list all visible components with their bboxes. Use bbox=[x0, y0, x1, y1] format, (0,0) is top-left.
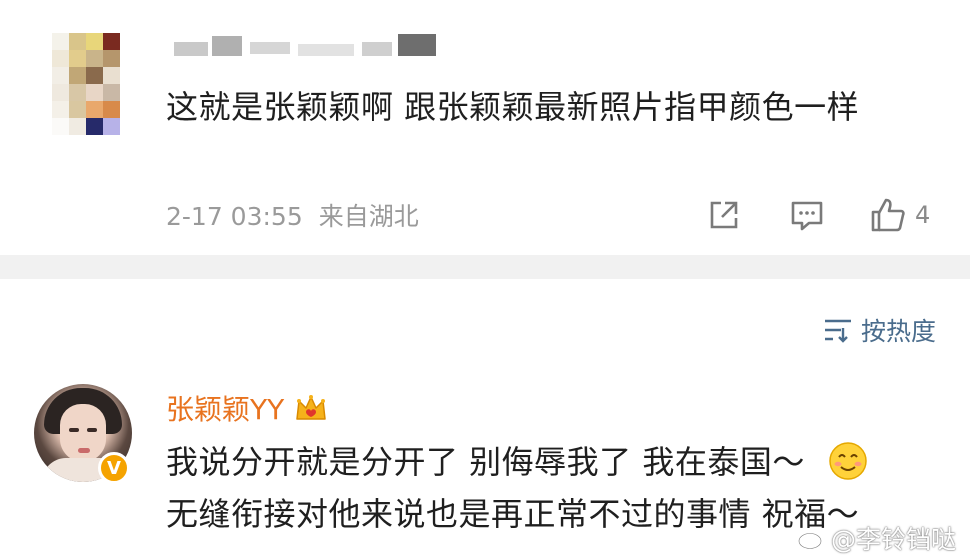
smile-emoji-icon bbox=[828, 442, 867, 480]
watermark-text: @李铃铛哒 bbox=[830, 525, 956, 554]
like-button[interactable]: 4 bbox=[869, 196, 930, 234]
comment-icon bbox=[791, 201, 823, 231]
crown-icon bbox=[296, 395, 326, 420]
share-icon bbox=[710, 201, 738, 229]
comment-location: 来自湖北 bbox=[318, 202, 419, 231]
comment-top: 这就是张颖颖啊 跟张颖颖最新照片指甲颜色一样 2-17 03:55 来自湖北 4 bbox=[0, 0, 970, 255]
like-count: 4 bbox=[915, 201, 931, 229]
share-button[interactable] bbox=[706, 196, 742, 234]
verified-badge: V bbox=[98, 452, 130, 484]
blurred-username[interactable] bbox=[166, 30, 446, 70]
author-name: 张颖颖YY bbox=[166, 393, 285, 426]
comment-button[interactable] bbox=[789, 196, 825, 234]
thumbs-up-icon bbox=[871, 198, 905, 232]
comment-line-1: 我说分开就是分开了 别侮辱我了 我在泰国～ bbox=[166, 443, 805, 481]
comment-author[interactable]: 张颖颖YY bbox=[166, 388, 328, 428]
comment-text: 这就是张颖颖啊 跟张颖颖最新照片指甲颜色一样 bbox=[166, 88, 860, 126]
pixelated-avatar[interactable] bbox=[52, 33, 120, 135]
weibo-logo-icon bbox=[797, 528, 826, 550]
sort-lines-icon bbox=[824, 319, 851, 343]
comment-timestamp: 2-17 03:55 bbox=[166, 202, 303, 231]
sort-label: 按热度 bbox=[860, 317, 936, 346]
sort-by-hot-button[interactable]: 按热度 bbox=[823, 312, 936, 348]
section-divider bbox=[0, 255, 970, 279]
watermark: @李铃铛哒 bbox=[797, 520, 956, 556]
comment-meta: 2-17 03:55 来自湖北 bbox=[166, 197, 419, 233]
